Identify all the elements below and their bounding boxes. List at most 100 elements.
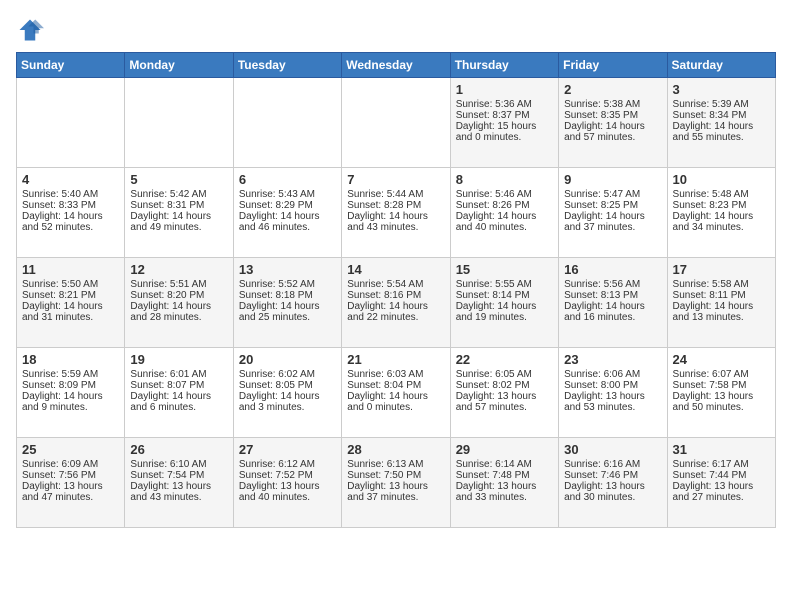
day-cell: 18Sunrise: 5:59 AMSunset: 8:09 PMDayligh…: [17, 348, 125, 438]
day-number: 30: [564, 442, 661, 457]
sunrise-text: Sunrise: 6:05 AM: [456, 369, 553, 380]
sunrise-text: Sunrise: 5:55 AM: [456, 279, 553, 290]
week-row-4: 18Sunrise: 5:59 AMSunset: 8:09 PMDayligh…: [17, 348, 776, 438]
day-cell: 22Sunrise: 6:05 AMSunset: 8:02 PMDayligh…: [450, 348, 558, 438]
day-number: 4: [22, 172, 119, 187]
day-header-wednesday: Wednesday: [342, 53, 450, 78]
sunset-text: Sunset: 7:52 PM: [239, 470, 336, 481]
day-number: 7: [347, 172, 444, 187]
daylight-text: Daylight: 14 hours and 46 minutes.: [239, 211, 336, 233]
sunset-text: Sunset: 8:20 PM: [130, 290, 227, 301]
day-number: 29: [456, 442, 553, 457]
day-number: 25: [22, 442, 119, 457]
day-number: 17: [673, 262, 770, 277]
day-cell: 8 Sunrise: 5:46 AMSunset: 8:26 PMDaylight…: [450, 168, 558, 258]
week-row-5: 25 Sunrise: 6:09 AMSunset: 7:56 PM Dayligh…: [17, 438, 776, 528]
day-number: 9: [564, 172, 661, 187]
day-number: 24: [673, 352, 770, 367]
day-header-saturday: Saturday: [667, 53, 775, 78]
day-cell: 7Sunrise: 5:44 AMSunset: 8:28 PMDaylight…: [342, 168, 450, 258]
day-cell: 4 Sunrise: 5:40 AMSunset: 8:33 PMDaylight…: [17, 168, 125, 258]
day-cell: 13Sunrise: 5:52 AMSunset: 8:18 PMDayligh…: [233, 258, 341, 348]
day-cell: 21Sunrise: 6:03 AMSunset: 8:04 PMDayligh…: [342, 348, 450, 438]
sunrise-text: Sunrise: 6:16 AM: [564, 459, 661, 470]
day-number: 21: [347, 352, 444, 367]
daylight-text: Daylight: 15 hours and 0 minutes.: [456, 121, 553, 143]
day-number: 18: [22, 352, 119, 367]
sunset-text: Sunset: 8:34 PM: [673, 110, 770, 121]
day-number: 2: [564, 82, 661, 97]
daylight-text: Daylight: 13 hours and 30 minutes.: [564, 481, 661, 503]
day-cell: 30 Sunrise: 6:16 AMSunset: 7:46 PMDayligh…: [559, 438, 667, 528]
sunrise-text: Sunrise: 5:59 AM: [22, 369, 119, 380]
day-number: 5: [130, 172, 227, 187]
sunset-text: Sunset: 8:26 PM: [456, 200, 553, 211]
daylight-text: Daylight: 13 hours and 33 minutes.: [456, 481, 553, 503]
daylight-text: Daylight: 13 hours and 43 minutes.: [130, 481, 227, 503]
day-cell: 27 Sunrise: 6:12 AMSunset: 7:52 PMDayligh…: [233, 438, 341, 528]
day-header-sunday: Sunday: [17, 53, 125, 78]
day-number: 8: [456, 172, 553, 187]
day-number: 14: [347, 262, 444, 277]
sunrise-text: Sunrise: 5:56 AM: [564, 279, 661, 290]
calendar-table: SundayMondayTuesdayWednesdayThursdayFrid…: [16, 52, 776, 528]
day-cell: 24Sunrise: 6:07 AMSunset: 7:58 PMDayligh…: [667, 348, 775, 438]
day-number: 28: [347, 442, 444, 457]
day-number: 10: [673, 172, 770, 187]
sunset-text: Sunset: 8:37 PM: [456, 110, 553, 121]
day-cell: 9Sunrise: 5:47 AMSunset: 8:25 PMDaylight…: [559, 168, 667, 258]
daylight-text: Daylight: 13 hours and 27 minutes.: [673, 481, 770, 503]
day-cell: 1Sunrise: 5:36 AMSunset: 8:37 PMDaylight…: [450, 78, 558, 168]
sunrise-text: Sunrise: 6:09 AM: [22, 459, 119, 470]
sunset-text: Sunset: 7:44 PM: [673, 470, 770, 481]
day-number: 19: [130, 352, 227, 367]
day-number: 13: [239, 262, 336, 277]
day-cell: 29 Sunrise: 6:14 AMSunset: 7:48 PMDayligh…: [450, 438, 558, 528]
sunset-text: Sunset: 7:56 PM: [22, 470, 119, 481]
daylight-text: Daylight: 14 hours and 49 minutes.: [130, 211, 227, 233]
day-cell: 12Sunrise: 5:51 AMSunset: 8:20 PMDayligh…: [125, 258, 233, 348]
sunrise-text: Sunrise: 6:02 AM: [239, 369, 336, 380]
daylight-text: Daylight: 14 hours and 3 minutes.: [239, 391, 336, 413]
sunrise-text: Sunrise: 5:42 AM: [130, 189, 227, 200]
sunset-text: Sunset: 7:46 PM: [564, 470, 661, 481]
daylight-text: Daylight: 14 hours and 40 minutes.: [456, 211, 553, 233]
sunrise-text: Sunrise: 6:03 AM: [347, 369, 444, 380]
sunrise-text: Sunrise: 5:46 AM: [456, 189, 553, 200]
daylight-text: Daylight: 14 hours and 52 minutes.: [22, 211, 119, 233]
sunset-text: Sunset: 7:48 PM: [456, 470, 553, 481]
sunset-text: Sunset: 8:14 PM: [456, 290, 553, 301]
day-cell: [17, 78, 125, 168]
daylight-text: Daylight: 14 hours and 6 minutes.: [130, 391, 227, 413]
sunset-text: Sunset: 8:31 PM: [130, 200, 227, 211]
sunset-text: Sunset: 8:33 PM: [22, 200, 119, 211]
day-cell: 5 Sunrise: 5:42 AMSunset: 8:31 PMDaylight…: [125, 168, 233, 258]
sunrise-text: Sunrise: 5:40 AM: [22, 189, 119, 200]
day-number: 27: [239, 442, 336, 457]
daylight-text: Daylight: 14 hours and 31 minutes.: [22, 301, 119, 323]
day-number: 31: [673, 442, 770, 457]
day-cell: 16Sunrise: 5:56 AMSunset: 8:13 PMDayligh…: [559, 258, 667, 348]
day-number: 23: [564, 352, 661, 367]
day-cell: 28Sunrise: 6:13 AMSunset: 7:50 PMDayligh…: [342, 438, 450, 528]
sunrise-text: Sunrise: 6:12 AM: [239, 459, 336, 470]
day-number: 1: [456, 82, 553, 97]
daylight-text: Daylight: 14 hours and 0 minutes.: [347, 391, 444, 413]
day-number: 3: [673, 82, 770, 97]
sunrise-text: Sunrise: 6:06 AM: [564, 369, 661, 380]
day-cell: 25Sunrise: 6:09 AMSunset: 7:56 PMDayligh…: [17, 438, 125, 528]
week-row-2: 4Sunrise: 5:40 AMSunset: 8:33 PMDaylight…: [17, 168, 776, 258]
day-cell: 20Sunrise: 6:02 AMSunset: 8:05 PMDayligh…: [233, 348, 341, 438]
sunrise-text: Sunrise: 6:14 AM: [456, 459, 553, 470]
daylight-text: Daylight: 14 hours and 22 minutes.: [347, 301, 444, 323]
day-number: 11: [22, 262, 119, 277]
daylight-text: Daylight: 13 hours and 40 minutes.: [239, 481, 336, 503]
day-cell: [125, 78, 233, 168]
day-number: 22: [456, 352, 553, 367]
day-cell: 15Sunrise: 5:55 AMSunset: 8:14 PMDayligh…: [450, 258, 558, 348]
daylight-text: Daylight: 13 hours and 57 minutes.: [456, 391, 553, 413]
sunrise-text: Sunrise: 5:48 AM: [673, 189, 770, 200]
sunrise-text: Sunrise: 5:50 AM: [22, 279, 119, 290]
day-number: 26: [130, 442, 227, 457]
day-cell: 6Sunrise: 5:43 AMSunset: 8:29 PMDaylight…: [233, 168, 341, 258]
